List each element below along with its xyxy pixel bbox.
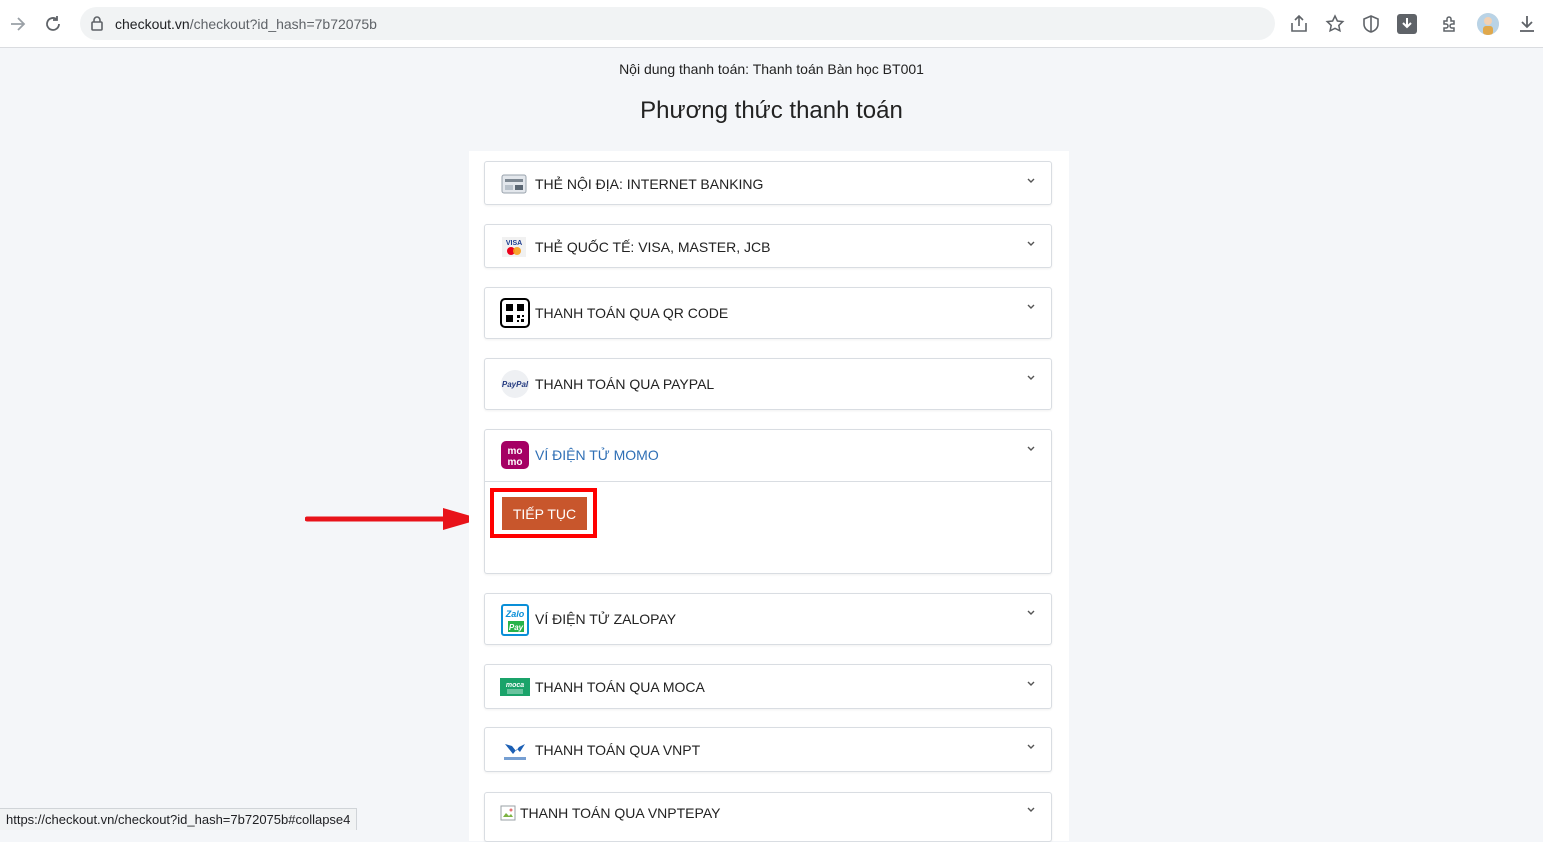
chevron-down-icon bbox=[1027, 610, 1035, 615]
svg-text:mo: mo bbox=[508, 446, 523, 457]
svg-text:Zalo: Zalo bbox=[505, 609, 525, 619]
payment-method-vnpt[interactable]: THANH TOÁN QUA VNPT bbox=[484, 727, 1052, 772]
vnpt-icon bbox=[500, 736, 530, 764]
profile-avatar[interactable] bbox=[1477, 13, 1499, 35]
payment-method-moca[interactable]: moca THANH TOÁN QUA MOCA bbox=[484, 664, 1052, 709]
svg-text:moca: moca bbox=[506, 682, 524, 689]
share-icon[interactable] bbox=[1287, 12, 1311, 36]
annotation-arrow bbox=[305, 508, 481, 530]
page-title: Phương thức thanh toán bbox=[640, 97, 903, 124]
payment-method-label: THANH TOÁN QUA MOCA bbox=[535, 679, 705, 695]
momo-icon: mo mo bbox=[500, 440, 530, 470]
payment-method-international-card[interactable]: VISA THẺ QUỐC TẾ: VISA, MASTER, JCB bbox=[484, 224, 1052, 268]
reload-icon[interactable] bbox=[41, 12, 65, 36]
payment-description: Nội dung thanh toán: Thanh toán Bàn học … bbox=[619, 61, 924, 77]
chevron-down-icon bbox=[1027, 304, 1035, 309]
payment-method-label: THANH TOÁN QUA VNPTEPAY bbox=[520, 805, 721, 821]
svg-text:VISA: VISA bbox=[506, 240, 522, 247]
qr-code-icon bbox=[500, 298, 530, 328]
url-host: checkout.vn bbox=[115, 16, 190, 32]
zalopay-icon: Zalo Pay bbox=[500, 604, 530, 636]
lock-icon bbox=[90, 15, 104, 36]
payment-method-label: VÍ ĐIỆN TỬ MOMO bbox=[535, 447, 659, 463]
chevron-down-icon bbox=[1027, 807, 1035, 812]
chevron-down-icon bbox=[1027, 681, 1035, 686]
url-text: checkout.vn/checkout?id_hash=7b72075b bbox=[115, 16, 377, 32]
payment-method-vnptepay[interactable]: THANH TOÁN QUA VNPTEPAY bbox=[484, 792, 1052, 842]
continue-button[interactable]: TIẾP TỤC bbox=[500, 495, 589, 532]
payment-method-label: VÍ ĐIỆN TỬ ZALOPAY bbox=[535, 611, 677, 627]
address-bar[interactable]: checkout.vn/checkout?id_hash=7b72075b bbox=[80, 7, 1275, 40]
moca-icon: moca bbox=[500, 673, 530, 701]
payment-method-label: THẺ NỘI ĐỊA: INTERNET BANKING bbox=[535, 176, 764, 192]
chevron-down-icon bbox=[1027, 178, 1035, 183]
payment-method-internet-banking[interactable]: THẺ NỘI ĐỊA: INTERNET BANKING bbox=[484, 161, 1052, 205]
payment-method-label: THANH TOÁN QUA QR CODE bbox=[535, 305, 729, 321]
payment-method-qr-code[interactable]: THANH TOÁN QUA QR CODE bbox=[484, 287, 1052, 339]
star-icon[interactable] bbox=[1323, 12, 1347, 36]
status-bar-url: https://checkout.vn/checkout?id_hash=7b7… bbox=[0, 808, 358, 830]
broken-image-icon bbox=[500, 805, 516, 821]
payment-methods-panel: THẺ NỘI ĐỊA: INTERNET BANKING VISA THẺ Q… bbox=[469, 151, 1069, 842]
visa-master-icon: VISA bbox=[500, 233, 528, 261]
download-extension-icon[interactable] bbox=[1395, 12, 1419, 36]
shield-icon[interactable] bbox=[1359, 12, 1383, 36]
bank-card-icon bbox=[500, 170, 528, 198]
forward-icon[interactable] bbox=[6, 12, 30, 36]
svg-text:PayPal: PayPal bbox=[502, 380, 529, 389]
payment-method-paypal[interactable]: PayPal THANH TOÁN QUA PAYPAL bbox=[484, 358, 1052, 410]
payment-method-zalopay[interactable]: Zalo Pay VÍ ĐIỆN TỬ ZALOPAY bbox=[484, 593, 1052, 645]
payment-method-label: THẺ QUỐC TẾ: VISA, MASTER, JCB bbox=[535, 239, 771, 255]
payment-method-label: THANH TOÁN QUA VNPT bbox=[535, 742, 701, 758]
url-path: /checkout?id_hash=7b72075b bbox=[189, 16, 377, 32]
svg-text:mo: mo bbox=[508, 457, 523, 468]
svg-text:Pay: Pay bbox=[509, 623, 524, 632]
chevron-down-icon bbox=[1027, 241, 1035, 246]
paypal-icon: PayPal bbox=[500, 369, 530, 399]
extensions-icon[interactable] bbox=[1438, 12, 1462, 36]
downloads-icon[interactable] bbox=[1515, 12, 1539, 36]
chevron-down-icon bbox=[1027, 375, 1035, 380]
chevron-down-icon bbox=[1027, 744, 1035, 749]
browser-toolbar: checkout.vn/checkout?id_hash=7b72075b bbox=[0, 0, 1543, 48]
chevron-down-icon bbox=[1027, 446, 1035, 451]
payment-method-label: THANH TOÁN QUA PAYPAL bbox=[535, 376, 715, 392]
